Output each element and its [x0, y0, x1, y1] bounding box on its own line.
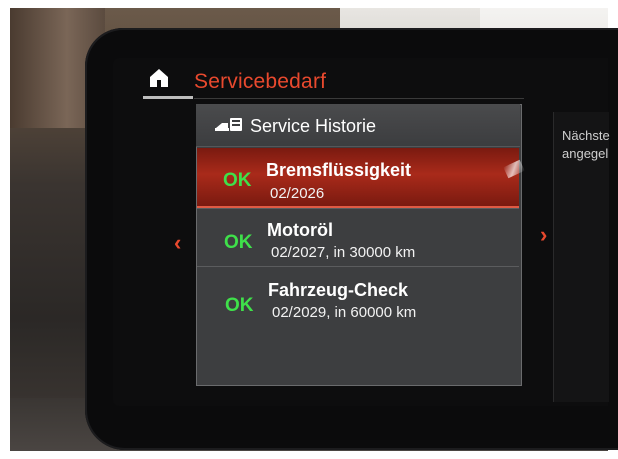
list-item-detail: 02/2027, in 30000 km: [271, 244, 416, 261]
scroll-right-arrow-icon[interactable]: ›: [540, 222, 547, 248]
list-item-title: Motoröl: [267, 220, 333, 240]
row-divider: [197, 208, 519, 209]
title-divider: [194, 98, 524, 99]
scroll-left-arrow-icon[interactable]: ‹: [174, 230, 181, 256]
list-item-title: Fahrzeug-Check: [268, 280, 409, 300]
list-item-detail: 02/2026: [270, 185, 325, 202]
panel-header-title: Service Historie: [250, 116, 377, 136]
status-badge: OK: [224, 232, 253, 253]
list-item-title: Bremsflüssigkeit: [266, 160, 412, 180]
home-indicator: [143, 96, 193, 99]
status-badge: OK: [223, 170, 252, 191]
page-title: Servicebedarf: [194, 70, 327, 93]
row-divider: [197, 266, 519, 267]
side-panel-text: angegel: [562, 146, 609, 161]
car-service-icon: [214, 114, 244, 136]
list-item-detail: 02/2029, in 60000 km: [272, 304, 417, 321]
home-icon[interactable]: [147, 66, 171, 90]
side-panel-text: Nächste: [562, 128, 610, 143]
status-badge: OK: [225, 295, 254, 316]
